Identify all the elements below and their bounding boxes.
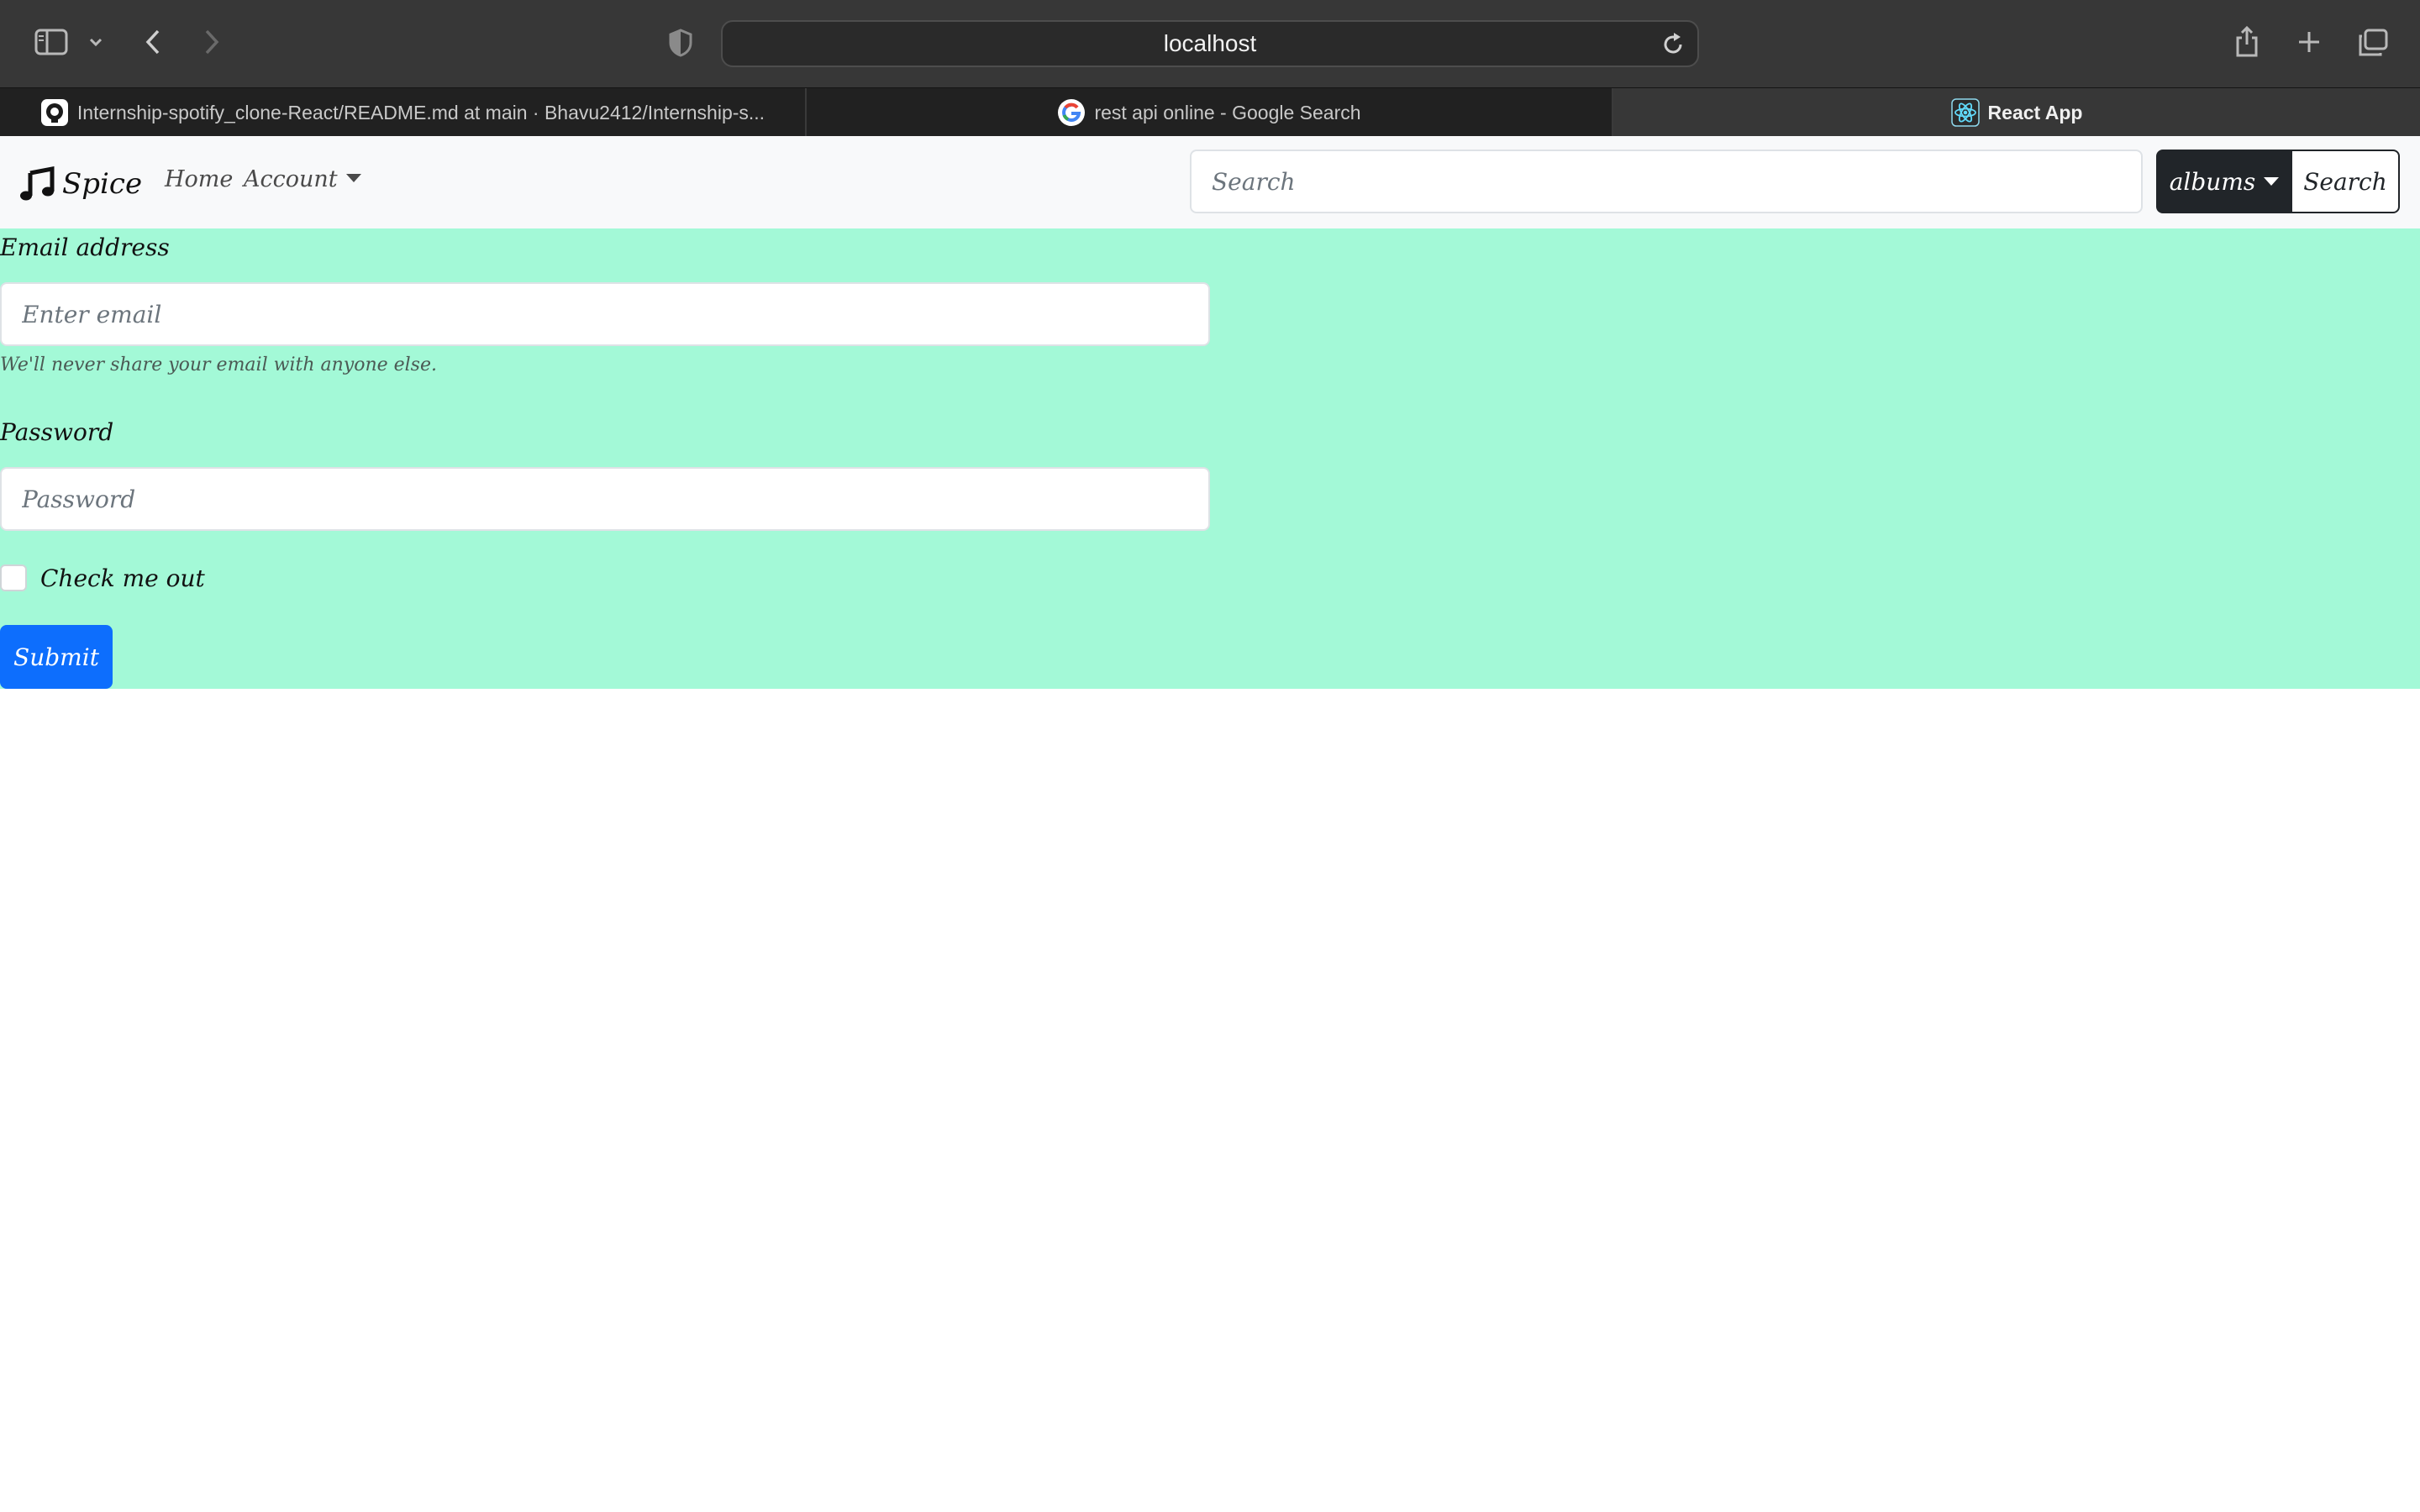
tab-title: React App <box>1987 101 2083 123</box>
caret-down-icon <box>345 174 361 182</box>
sidebar-toggle-icon[interactable] <box>32 25 71 59</box>
react-icon <box>1950 98 1980 127</box>
password-label: Password <box>0 418 114 446</box>
github-icon <box>40 98 69 127</box>
check-me-out-checkbox[interactable] <box>0 564 27 591</box>
caret-down-icon <box>2264 177 2280 186</box>
tab-google[interactable]: rest api online - Google Search <box>807 88 1613 137</box>
tab-overview-icon[interactable] <box>2354 25 2391 60</box>
tab-title: rest api online - Google Search <box>1094 101 1361 123</box>
search-input[interactable] <box>1190 150 2143 213</box>
tab-title: Internship-spotify_clone-React/README.md… <box>76 101 765 123</box>
nav-account-dropdown[interactable]: Account <box>244 166 361 192</box>
shield-icon[interactable] <box>664 25 697 60</box>
brand-link[interactable]: Spice <box>18 161 142 207</box>
nav-home[interactable]: Home <box>165 166 233 192</box>
nav-account-label: Account <box>244 166 338 192</box>
chevron-down-icon[interactable] <box>86 32 106 52</box>
tab-react-app[interactable]: React App <box>1613 88 2420 137</box>
check-me-out-row: Check me out <box>0 563 205 593</box>
share-icon[interactable] <box>2230 22 2264 60</box>
albums-label: albums <box>2169 167 2256 196</box>
tab-github[interactable]: Internship-spotify_clone-React/README.md… <box>0 88 807 137</box>
back-icon[interactable] <box>138 25 168 59</box>
check-me-out-label[interactable]: Check me out <box>40 564 205 592</box>
music-note-icon <box>20 165 55 201</box>
submit-button[interactable]: Submit <box>0 625 113 689</box>
forward-icon[interactable] <box>197 25 227 59</box>
password-field[interactable] <box>0 467 1210 531</box>
browser-toolbar: localhost <box>0 0 2420 87</box>
email-help-text: We'll never share your email with anyone… <box>0 354 437 375</box>
search-button[interactable]: Search <box>2291 150 2400 213</box>
address-text: localhost <box>1163 30 1257 56</box>
email-field[interactable] <box>0 282 1210 346</box>
albums-dropdown-button[interactable]: albums <box>2156 150 2292 213</box>
app-navbar: Spice Home Account albums Search <box>0 136 2420 228</box>
reload-icon[interactable] <box>1660 32 1686 57</box>
brand-name: Spice <box>62 167 143 201</box>
address-bar[interactable]: localhost <box>721 20 1699 67</box>
tab-bar: Internship-spotify_clone-React/README.md… <box>0 87 2420 137</box>
google-icon <box>1057 98 1086 127</box>
new-tab-icon[interactable] <box>2292 25 2326 59</box>
login-form: Email address We'll never share your ema… <box>0 228 2420 689</box>
email-label: Email address <box>0 234 170 261</box>
